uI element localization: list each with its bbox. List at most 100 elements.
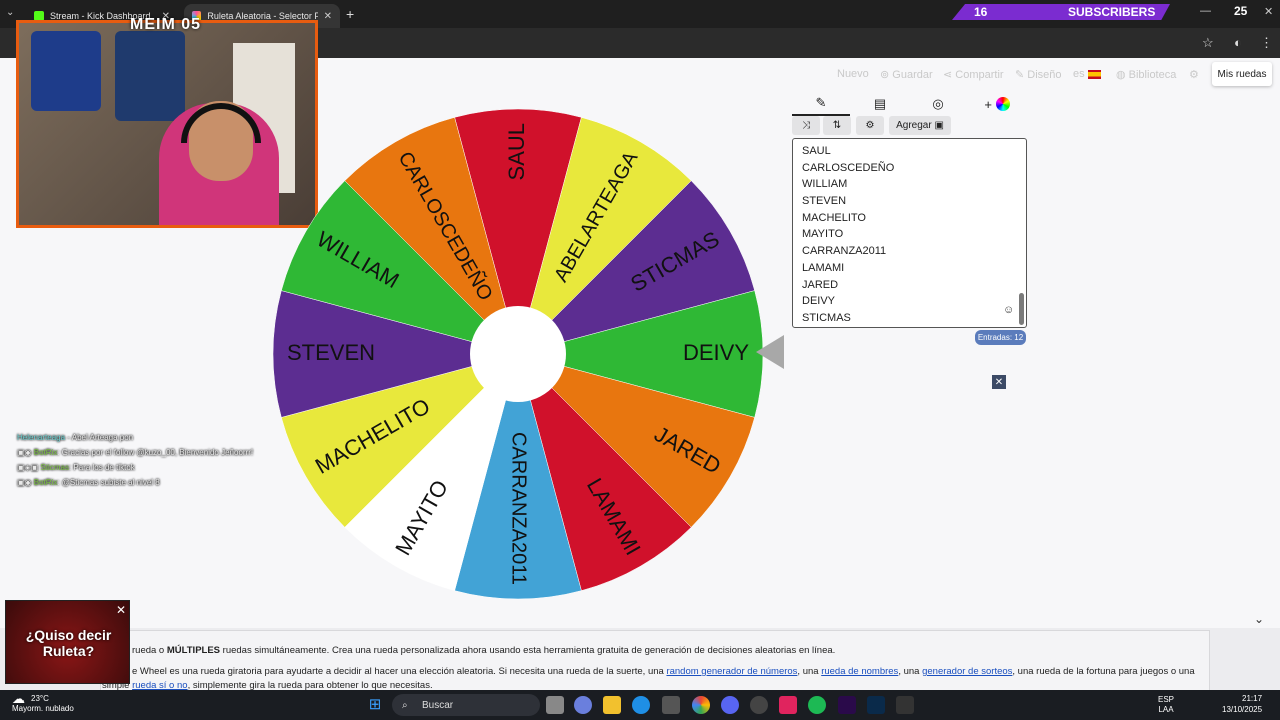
diseno-button[interactable]: ✎ Diseño: [1015, 68, 1062, 81]
windows-start-icon[interactable]: ⊞: [366, 696, 384, 714]
entry-line[interactable]: MACHELITO: [802, 210, 1026, 227]
wheel-svg[interactable]: SAUL ABELARTEAGASTICMASDEIVYJAREDLAMAMICA…: [270, 106, 766, 602]
diseno-label: Diseño: [1027, 69, 1062, 81]
text: , una rueda de la fortuna para juegos o …: [1012, 666, 1195, 677]
entry-line[interactable]: STEVEN: [802, 193, 1026, 210]
close-tab-icon[interactable]: ✕: [324, 11, 332, 22]
spain-flag-icon: [1087, 69, 1101, 79]
taskbar-search[interactable]: ⌕ Buscar: [392, 694, 540, 716]
close-ad-button[interactable]: ✕: [992, 375, 1006, 389]
entry-line[interactable]: WILLIAM: [802, 176, 1026, 193]
text: ruedas simultáneamente. Crea una rueda p…: [220, 645, 836, 656]
edge-icon[interactable]: [632, 696, 650, 714]
copilot-icon[interactable]: [574, 696, 592, 714]
entry-line[interactable]: MAYITO: [802, 226, 1026, 243]
text: e Wheel es una rueda giratoria para ayud…: [132, 666, 667, 677]
add-label: Agregar: [896, 120, 932, 131]
entries-count-badge: Entradas: 12: [975, 330, 1026, 345]
premiere-icon[interactable]: [838, 696, 856, 714]
advanced-button[interactable]: ⚙: [856, 116, 884, 135]
new-tab-button[interactable]: +: [346, 6, 354, 22]
wheel-pointer-icon: [756, 335, 784, 369]
clipboard-icon: ▤: [873, 96, 887, 111]
compartir-label: Compartir: [955, 69, 1004, 81]
entries-list: SAUL CARLOSCEDEÑO WILLIAM STEVEN MACHELITO MA…: [802, 143, 1026, 327]
jersey-decoration: [31, 31, 101, 111]
sort-icon: ⇅: [832, 120, 842, 131]
temperature: 23°C: [31, 694, 49, 703]
clock[interactable]: 21:17 13/10/2025: [1222, 693, 1262, 715]
chat-user: BotRix: [33, 448, 58, 457]
popup-title: ¿Quiso decir Ruleta?: [25, 627, 112, 659]
wheel-center-button[interactable]: [470, 306, 566, 402]
obs-icon[interactable]: [896, 696, 914, 714]
roulette-popup[interactable]: ✕ ¿Quiso decir Ruleta?: [5, 600, 130, 684]
menu-icon[interactable]: ⋮: [1260, 35, 1273, 51]
description-line: e Wheel es una rueda giratoria para ayud…: [132, 666, 1195, 677]
app-icon[interactable]: [750, 696, 768, 714]
discord-icon[interactable]: [721, 696, 739, 714]
mis-ruedas-button[interactable]: Mis ruedas: [1212, 62, 1272, 86]
chat-message: ▣◉ BotRix: @Sticmas subiste al nivel 8: [17, 478, 160, 487]
chat-message: ▣◉ BotRix: Gracias por el follow @kuzo_0…: [17, 448, 253, 457]
tab-list-icon[interactable]: ⌄: [6, 7, 14, 18]
file-explorer-icon[interactable]: [603, 696, 621, 714]
tab-edit[interactable]: ✎: [792, 92, 850, 116]
shuffle-icon: ⤨: [802, 120, 810, 131]
entries-scrollbar[interactable]: [1019, 293, 1024, 325]
photoshop-icon[interactable]: [867, 696, 885, 714]
link-raffle[interactable]: generador de sorteos: [922, 666, 1012, 677]
lang-code: ESP: [1158, 695, 1175, 704]
chat-message: ▣◈▣ Sticmas: Para los de tiktok: [17, 463, 135, 472]
entry-line[interactable]: STICMAS: [802, 310, 1026, 327]
text-bold: MÚLTIPLES: [166, 645, 221, 656]
nuevo-button[interactable]: Nuevo: [837, 68, 869, 80]
task-view-icon[interactable]: [546, 696, 564, 714]
language-label: es: [1073, 68, 1085, 80]
wheel-segment-label: CARRANZA2011: [508, 432, 530, 585]
link-random-numbers[interactable]: random generador de números: [666, 666, 797, 677]
chevron-down-icon[interactable]: ⌄: [1254, 612, 1264, 626]
sort-button[interactable]: ⇅: [823, 116, 851, 135]
minimize-icon[interactable]: —: [1200, 5, 1211, 17]
tab-add-color[interactable]: +: [968, 92, 1026, 116]
language-indicator[interactable]: ESP LAA: [1158, 695, 1174, 715]
chat-user: Sticmas: [40, 463, 69, 472]
link-name-wheel[interactable]: rueda de nombres: [821, 666, 898, 677]
close-icon[interactable]: ✕: [116, 603, 126, 617]
text: rueda o: [132, 645, 167, 656]
settings-icon[interactable]: ⚙: [1189, 68, 1199, 81]
add-image-button[interactable]: Agregar ▣: [889, 116, 951, 135]
close-window-icon[interactable]: ✕: [1264, 5, 1273, 18]
description-line: rueda o MÚLTIPLES ruedas simultáneamente…: [132, 645, 835, 656]
tab-results[interactable]: ▤: [851, 92, 909, 116]
chrome-icon[interactable]: [692, 696, 710, 714]
tiktok-icon[interactable]: [779, 696, 797, 714]
guardar-button[interactable]: ⊚ Guardar: [880, 68, 933, 81]
chat-message: Helenarteaga - Abel Arteaga pon: [17, 433, 133, 442]
weather-widget[interactable]: ☁ 23°C Mayorm. nublado: [12, 692, 74, 714]
biblioteca-label: Biblioteca: [1128, 69, 1177, 81]
entries-textarea[interactable]: SAUL CARLOSCEDEÑO WILLIAM STEVEN MACHELITO MA…: [792, 138, 1027, 328]
entry-line[interactable]: DEIVY: [802, 293, 1026, 310]
store-icon[interactable]: [662, 696, 680, 714]
entry-line[interactable]: CARRANZA2011: [802, 243, 1026, 260]
profile-avatar[interactable]: ◐: [1234, 35, 1242, 50]
entry-line[interactable]: SAUL: [802, 143, 1026, 160]
spotify-icon[interactable]: [808, 696, 826, 714]
bookmark-star-icon[interactable]: ☆: [1202, 35, 1214, 51]
entry-line[interactable]: JARED: [802, 277, 1026, 294]
entry-line[interactable]: CARLOSCEDEÑO: [802, 160, 1026, 177]
chat-user: BotRix: [33, 478, 58, 487]
eye-slash-icon: ◎: [932, 96, 944, 111]
compartir-button[interactable]: ⋖ Compartir: [943, 68, 1004, 81]
wheel-segment-label: STEVEN: [287, 340, 375, 365]
emoji-icon[interactable]: ☺: [1003, 304, 1014, 316]
tab-hide[interactable]: ◎: [909, 92, 967, 116]
shuffle-button[interactable]: ⤨: [792, 116, 820, 135]
text: , una: [797, 666, 822, 677]
wheel[interactable]: SAUL ABELARTEAGA STICMAS DEIVY JARED LAMAMI CA…: [270, 106, 766, 602]
biblioteca-button[interactable]: ◍ Biblioteca: [1116, 68, 1176, 81]
language-button[interactable]: es: [1073, 68, 1101, 80]
entry-line[interactable]: LAMAMI: [802, 260, 1026, 277]
